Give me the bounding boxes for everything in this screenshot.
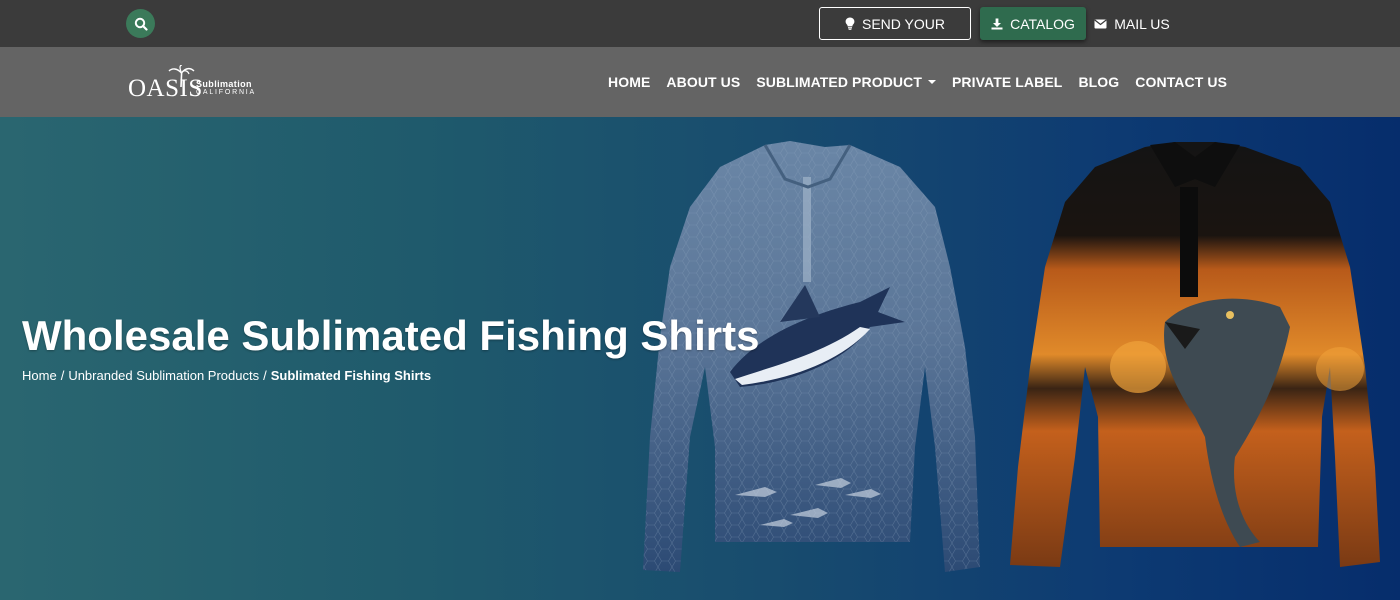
nav-private-label-label: PRIVATE LABEL [951, 74, 1063, 90]
logo-subtitle-california: CALIFORNIA [196, 89, 257, 96]
search-icon [134, 17, 148, 31]
nav-about-us[interactable]: ABOUT US [666, 74, 740, 90]
breadcrumb-category-link[interactable]: Unbranded Sublimation Products [68, 368, 259, 383]
nav-home[interactable]: HOME [608, 74, 650, 90]
download-icon [991, 18, 1003, 30]
oasis-logo[interactable]: OASIS Sublimation CALIFORNIA [128, 65, 268, 102]
lightbulb-icon [845, 17, 855, 30]
nav-private-label[interactable]: PRIVATE LABEL [952, 74, 1062, 90]
breadcrumb: Home / Unbranded Sublimation Products / Subl… [22, 368, 431, 383]
search-button[interactable] [126, 9, 155, 38]
nav-contact-us[interactable]: CONTACT US [1135, 74, 1227, 90]
logo-wordmark: OASIS [128, 75, 203, 102]
nav-blog[interactable]: BLOG [1078, 74, 1119, 90]
catalog-label: CATALOG [1010, 15, 1075, 32]
hero-banner: Wholesale Sublimated Fishing Shirts Home… [0, 117, 1400, 600]
main-navbar: OASIS Sublimation CALIFORNIA HOME ABOUT … [0, 47, 1400, 117]
sunset-bass-shirt [1010, 142, 1380, 567]
envelope-icon [1094, 19, 1107, 29]
breadcrumb-current-page: Sublimated Fishing Shirts [270, 368, 432, 383]
breadcrumb-separator: / [60, 368, 65, 383]
nav-sublimated-product[interactable]: SUBLIMATED PRODUCT [756, 74, 936, 90]
primary-nav: HOME ABOUT US SUBLIMATED PRODUCT PRIVATE… [608, 47, 1243, 117]
nav-home-label: HOME [608, 74, 651, 90]
breadcrumb-home-link[interactable]: Home [22, 368, 57, 383]
page-title: Wholesale Sublimated Fishing Shirts [22, 312, 760, 359]
nav-contact-us-label: CONTACT US [1135, 74, 1228, 90]
top-utility-bar: SEND YOUR CATALOG MAIL US [0, 0, 1400, 47]
nav-sublimated-product-label: SUBLIMATED PRODUCT [756, 74, 922, 90]
send-your-button[interactable]: SEND YOUR [819, 7, 971, 40]
nav-blog-label: BLOG [1078, 74, 1120, 90]
send-your-label: SEND YOUR [862, 15, 945, 32]
mail-us-label: MAIL US [1114, 15, 1170, 32]
nav-about-us-label: ABOUT US [666, 74, 741, 90]
catalog-download-button[interactable]: CATALOG [980, 7, 1086, 40]
mail-us-link[interactable]: MAIL US [1094, 7, 1170, 40]
logo-subtitle-sublimation: Sublimation [196, 79, 252, 89]
chevron-down-icon [927, 80, 936, 84]
breadcrumb-separator: / [263, 368, 267, 383]
